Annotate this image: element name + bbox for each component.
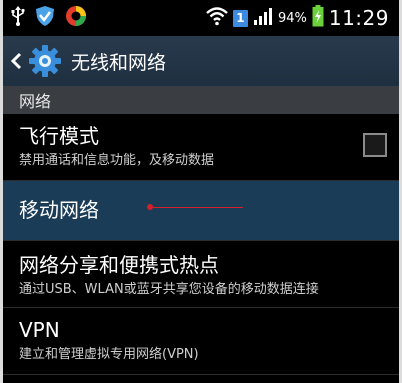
airplane-mode-checkbox[interactable] (363, 133, 387, 157)
tethering-subtitle: 通过USB、WLAN或蓝牙共享您设备的移动数据连接 (19, 282, 319, 297)
list-item-airplane-mode[interactable]: 飞行模式 禁用通话和信息功能，及移动数据 (3, 114, 399, 180)
vpn-title: VPN (19, 318, 60, 342)
divider (3, 374, 399, 375)
page-title: 无线和网络 (71, 51, 167, 74)
signal-icon (253, 6, 273, 30)
status-bar-right: 1 94% 11:29 (206, 4, 389, 32)
clock: 11:29 (328, 6, 389, 30)
vpn-subtitle: 建立和管理虚拟专用网络(VPN) (19, 347, 199, 362)
wifi-icon (206, 6, 228, 30)
app-circle-icon (65, 5, 87, 31)
action-bar: 无线和网络 (3, 36, 399, 86)
shield-icon (35, 5, 55, 31)
status-bar: 1 94% 11:29 (3, 0, 399, 36)
sim-icon: 1 (232, 9, 248, 27)
status-bar-left (11, 6, 87, 30)
battery-percent: 94% (277, 10, 307, 26)
mobile-networks-title: 移动网络 (19, 198, 99, 222)
usb-icon (11, 6, 25, 30)
battery-charging-icon (312, 5, 324, 31)
gear-icon[interactable] (27, 43, 63, 79)
list-item-mobile-networks[interactable]: 移动网络 (3, 181, 399, 240)
airplane-mode-subtitle: 禁用通话和信息功能，及移动数据 (19, 153, 215, 168)
section-header-network: 网络 (3, 86, 399, 114)
annotation-line (149, 207, 243, 208)
airplane-mode-title: 飞行模式 (19, 124, 99, 148)
list-item-tethering[interactable]: 网络分享和便携式热点 通过USB、WLAN或蓝牙共享您设备的移动数据连接 (3, 241, 399, 307)
list-item-vpn[interactable]: VPN 建立和管理虚拟专用网络(VPN) (3, 308, 399, 374)
chevron-left-icon[interactable] (7, 36, 25, 86)
tethering-title: 网络分享和便携式热点 (19, 253, 219, 277)
phone-screen: 1 94% 11:29 无线和网络 网络 飞行模式 禁用通话和信息功能，及移动数… (3, 0, 399, 383)
